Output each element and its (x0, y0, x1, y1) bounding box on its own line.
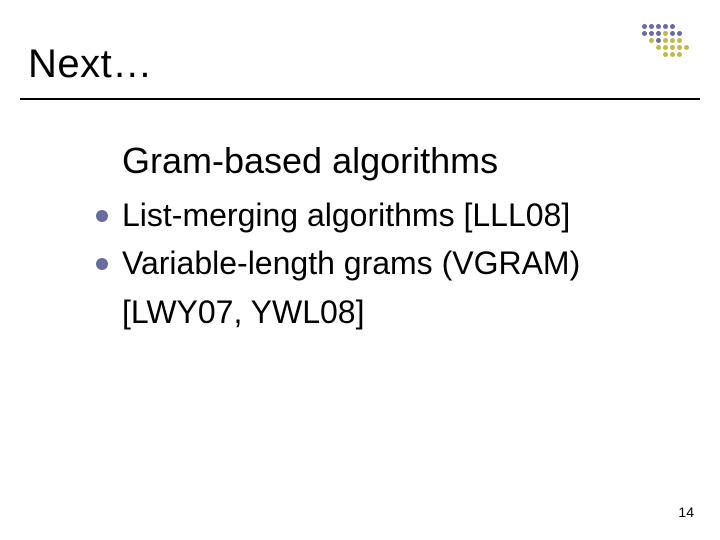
bullet-icon (96, 258, 108, 270)
title-underline (20, 98, 700, 100)
logo-dot (642, 31, 647, 36)
logo-dot (677, 24, 682, 29)
logo-dot (649, 45, 654, 50)
logo-dot (656, 24, 661, 29)
logo-dot (670, 45, 675, 50)
bullet-list: List-merging algorithms [LLL08] Variable… (96, 192, 682, 335)
logo-dot (677, 45, 682, 50)
page-number: 14 (678, 504, 694, 520)
slide: Next… Gram-based algorithms List-merging… (0, 0, 720, 540)
logo-dot (677, 38, 682, 43)
logo-dot (663, 45, 668, 50)
logo-dot (663, 38, 668, 43)
logo-dot (663, 24, 668, 29)
logo-dot (677, 31, 682, 36)
list-item: List-merging algorithms [LLL08] (96, 192, 682, 238)
logo-dot (663, 31, 668, 36)
logo-dot (684, 52, 689, 57)
logo-dot (649, 31, 654, 36)
logo-dot (642, 52, 647, 57)
slide-title: Next… (28, 42, 153, 87)
bullet-icon (96, 210, 108, 222)
logo-dot (684, 45, 689, 50)
logo-dot (670, 38, 675, 43)
slide-subtitle: Gram-based algorithms (122, 140, 498, 182)
decorative-dots-logo (642, 24, 690, 58)
logo-dot (684, 31, 689, 36)
logo-dot (642, 24, 647, 29)
logo-dot (670, 24, 675, 29)
logo-dot (677, 52, 682, 57)
logo-dot (642, 45, 647, 50)
logo-dot (656, 45, 661, 50)
logo-dot (649, 24, 654, 29)
logo-dot (684, 24, 689, 29)
logo-dot (670, 52, 675, 57)
logo-dot (656, 38, 661, 43)
logo-dot (656, 31, 661, 36)
logo-dot (656, 52, 661, 57)
list-item-text: List-merging algorithms [LLL08] (122, 197, 570, 233)
logo-dot (663, 52, 668, 57)
list-item-continuation: [LWY07, YWL08] (122, 289, 682, 335)
logo-dot (642, 38, 647, 43)
logo-dot (670, 31, 675, 36)
list-item-text: Variable-length grams (VGRAM) (122, 245, 580, 281)
logo-dot (649, 38, 654, 43)
logo-dot (649, 52, 654, 57)
list-item: Variable-length grams (VGRAM) (96, 240, 682, 286)
logo-dot (684, 38, 689, 43)
